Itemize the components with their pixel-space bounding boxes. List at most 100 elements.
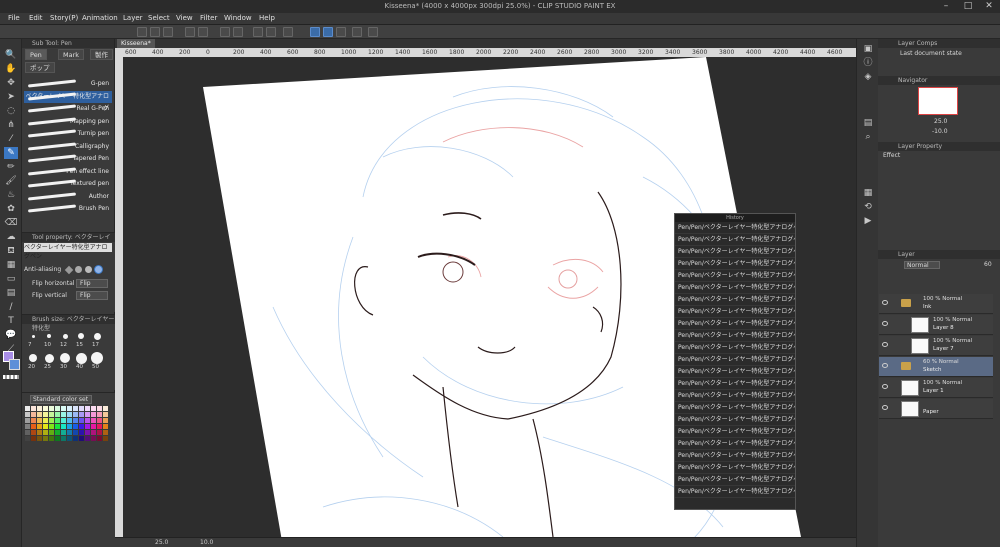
layer-opacity[interactable]: 60 [984, 261, 992, 268]
color-swatch[interactable] [85, 406, 90, 411]
eraser-icon[interactable]: ⌫ [4, 217, 18, 229]
history-row[interactable]: Pen/Pen/ベクターレイヤー特化型アナログペン [675, 366, 795, 378]
history-row[interactable]: Pen/Pen/ベクターレイヤー特化型アナログペン [675, 486, 795, 498]
color-swatch[interactable] [55, 436, 60, 441]
color-swatch[interactable] [97, 430, 102, 435]
color-swatch[interactable] [49, 436, 54, 441]
menu-window[interactable]: Window [224, 14, 252, 22]
ruler-icon[interactable]: ∕ [4, 301, 18, 313]
history-row[interactable]: Pen/Pen/ベクターレイヤー特化型アナログペン [675, 306, 795, 318]
color-swatch[interactable] [97, 406, 102, 411]
pencil-icon[interactable]: ✏ [4, 161, 18, 173]
history-row[interactable]: Pen/Pen/ベクターレイヤー特化型アナログペン [675, 378, 795, 390]
save-icon[interactable] [163, 27, 173, 37]
history-row[interactable]: Pen/Pen/ベクターレイヤー特化型アナログペン [675, 438, 795, 450]
color-swatch[interactable] [97, 412, 102, 417]
airbrush-icon[interactable]: ♨ [4, 189, 18, 201]
gradient-icon[interactable]: ▦ [4, 259, 18, 271]
menu-view[interactable]: View [176, 14, 193, 22]
brush-item[interactable]: ベクターレイヤー特化型アナログ [24, 90, 112, 112]
balloon-icon[interactable]: 💬 [4, 329, 18, 341]
color-swatch[interactable] [25, 406, 30, 411]
color-swatch[interactable] [67, 412, 72, 417]
color-swatch[interactable] [61, 418, 66, 423]
search-layer-icon[interactable]: ⌕ [861, 131, 875, 143]
eye-icon[interactable] [882, 405, 888, 410]
brush-size-option[interactable]: 10 [42, 329, 56, 349]
color-swatch[interactable] [79, 418, 84, 423]
menu-layer[interactable]: Layer [123, 14, 143, 22]
snap-ruler-icon[interactable] [310, 27, 320, 37]
menu-filter[interactable]: Filter [200, 14, 217, 22]
color-swatch[interactable] [55, 424, 60, 429]
color-swatch[interactable] [43, 436, 48, 441]
color-swatch[interactable] [103, 412, 108, 417]
color-swatch[interactable] [103, 424, 108, 429]
color-swatch[interactable] [61, 406, 66, 411]
brush-item[interactable]: Pen effect line [24, 166, 112, 178]
clear-icon[interactable] [220, 27, 230, 37]
layer-property-icon[interactable]: ▤ [861, 117, 875, 129]
tab-marker[interactable]: Mark [58, 49, 85, 60]
brush-size-option[interactable]: 40 [74, 351, 88, 371]
color-swatch[interactable] [79, 430, 84, 435]
tab-pen[interactable]: Pen [25, 49, 47, 60]
brush-size-option[interactable]: 17 [90, 329, 104, 349]
color-swatch[interactable] [31, 406, 36, 411]
history-row[interactable]: Pen/Pen/ベクターレイヤー特化型アナログペン [675, 426, 795, 438]
color-swatch[interactable] [37, 418, 42, 423]
color-swatch[interactable] [73, 412, 78, 417]
flip-horizontal-select[interactable]: Flip [76, 279, 108, 288]
brush-size-option[interactable]: 25 [42, 351, 56, 371]
eye-icon[interactable] [882, 321, 888, 326]
auto-select-icon[interactable]: ⋔ [4, 119, 18, 131]
brush-item[interactable]: Textured pen [24, 178, 112, 190]
color-swatch[interactable] [55, 412, 60, 417]
color-set-select[interactable]: Standard color set [30, 395, 92, 404]
brush-item[interactable]: Author [24, 191, 112, 203]
brush-size-option[interactable]: 50 [90, 351, 104, 371]
color-swatch[interactable] [61, 424, 66, 429]
brush-size-option[interactable]: 12 [58, 329, 72, 349]
fill-bucket-icon[interactable]: ⛾ [4, 245, 18, 257]
color-swatch[interactable] [67, 418, 72, 423]
color-swatch[interactable] [43, 418, 48, 423]
history-row[interactable]: Pen/Pen/ベクターレイヤー特化型アナログペン [675, 282, 795, 294]
color-swatch[interactable] [55, 406, 60, 411]
color-swatch[interactable] [67, 406, 72, 411]
navigator-angle[interactable]: -10.0 [932, 128, 948, 135]
color-swatch[interactable] [103, 406, 108, 411]
color-swatch[interactable] [37, 430, 42, 435]
material-icon[interactable]: ▦ [861, 187, 875, 199]
color-swatch[interactable] [25, 424, 30, 429]
layer-row[interactable]: 100 % Normal Ink [879, 294, 993, 314]
doc-tab-kisseena[interactable]: Kisseena* [117, 39, 155, 48]
color-swatch[interactable] [79, 436, 84, 441]
history-icon[interactable]: ⟲ [861, 201, 875, 213]
sub-color-swatch[interactable] [9, 359, 20, 370]
layer-comps-icon[interactable]: ▣ [861, 43, 875, 55]
brush-size-option[interactable]: 15 [74, 329, 88, 349]
hand-icon[interactable]: ✋ [4, 63, 18, 75]
brush-size-option[interactable]: 20 [26, 351, 40, 371]
pen-icon[interactable]: ✎ [4, 147, 18, 159]
aa-none-icon[interactable] [64, 265, 74, 275]
zoom-icon[interactable]: 🔍 [4, 49, 18, 61]
auto-action-icon[interactable]: ▶ [861, 215, 875, 227]
history-row[interactable]: Pen/Pen/ベクターレイヤー特化型アナログペン [675, 342, 795, 354]
color-swatch[interactable] [49, 424, 54, 429]
color-swatch[interactable] [49, 430, 54, 435]
history-row[interactable]: Pen/Pen/ベクターレイヤー特化型アナログペン [675, 294, 795, 306]
color-swatch[interactable] [43, 424, 48, 429]
color-swatch[interactable] [37, 406, 42, 411]
layer-row[interactable]: 100 % Normal Layer 1 [879, 378, 993, 398]
history-row[interactable]: Pen/Pen/ベクターレイヤー特化型アナログペン [675, 474, 795, 486]
menu-animation[interactable]: Animation [82, 14, 118, 22]
blend-icon[interactable]: ☁ [4, 231, 18, 243]
color-swatch[interactable] [61, 436, 66, 441]
layer-row[interactable]: 60 % Normal Sketch [879, 357, 993, 377]
color-swatch[interactable] [43, 406, 48, 411]
color-swatch[interactable] [67, 436, 72, 441]
color-swatch[interactable] [37, 436, 42, 441]
aa-strong-icon[interactable] [94, 265, 103, 274]
